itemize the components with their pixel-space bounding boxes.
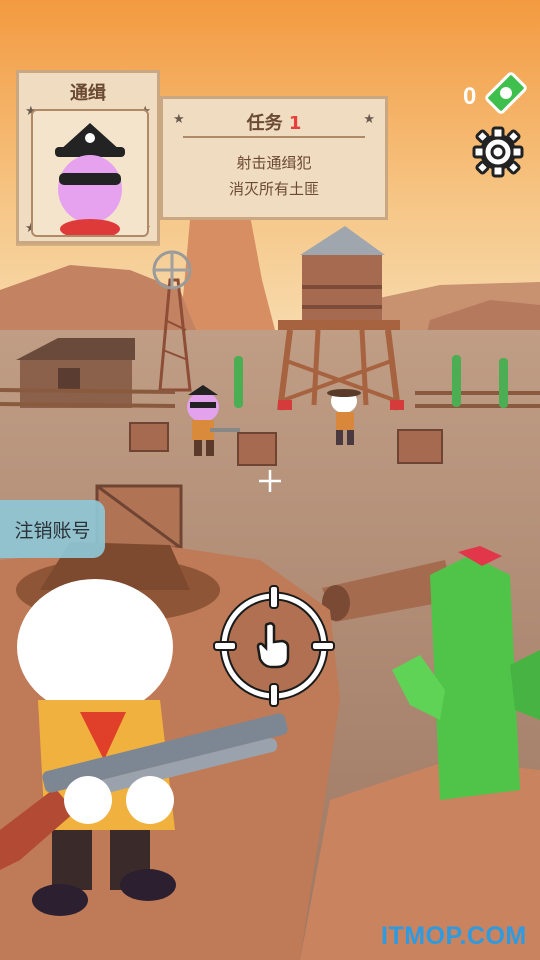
mission-title: 任务 1 [163, 109, 385, 135]
logout-account-button[interactable]: 注销账号 [0, 500, 105, 558]
cash-count: 0 [463, 83, 477, 110]
watermark: ITMOP.COM [381, 922, 527, 950]
cash-icon [485, 72, 527, 114]
wanted-portrait [31, 109, 149, 237]
wanted-poster-title: 通缉 [70, 83, 106, 104]
mission-card: ★ ★ 任务 1 射击通缉犯 消灭所有土匪 [160, 96, 388, 220]
fire-crosshair-button[interactable] [212, 584, 336, 708]
pirate-bandit-portrait [55, 123, 125, 235]
mission-number: 1 [288, 113, 302, 134]
divider [183, 136, 365, 138]
mission-title-label: 任务 [246, 113, 283, 134]
mission-objective: 射击通缉犯 [236, 154, 312, 172]
gear-icon[interactable] [472, 126, 524, 178]
wanted-poster: 通缉 ★ ★ ★ ★ [16, 70, 160, 244]
mission-objective: 消灭所有土匪 [228, 180, 319, 198]
